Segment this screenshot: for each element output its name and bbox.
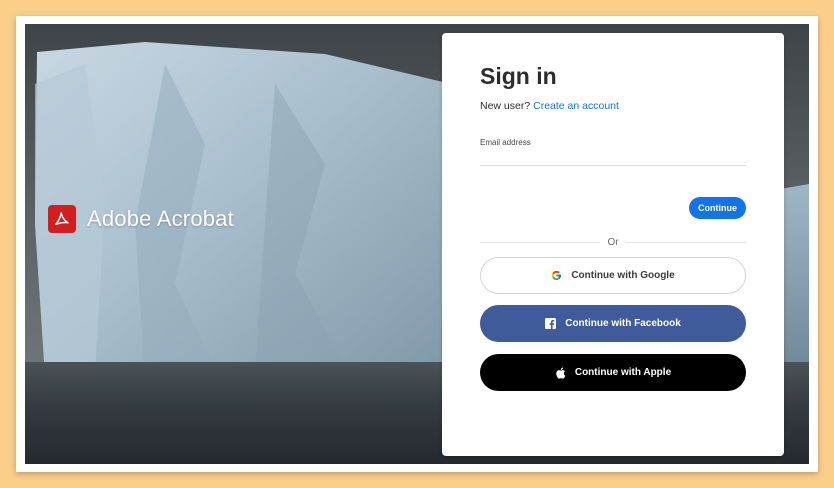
chat-widget-icon[interactable] <box>751 400 773 416</box>
divider-line-right <box>625 241 747 243</box>
continue-with-facebook-button[interactable]: Continue with Facebook <box>480 305 746 342</box>
continue-with-apple-button[interactable]: Continue with Apple <box>480 354 746 391</box>
new-user-prefix: New user? <box>480 100 531 112</box>
new-user-text: New user? Create an account <box>480 100 619 112</box>
email-field[interactable] <box>480 149 746 166</box>
facebook-button-label: Continue with Facebook <box>565 318 681 329</box>
brand: Adobe Acrobat <box>48 205 234 233</box>
continue-button[interactable]: Continue <box>689 197 746 219</box>
create-account-link[interactable]: Create an account <box>533 100 619 112</box>
continue-with-google-button[interactable]: Continue with Google <box>480 257 746 294</box>
page-title: Sign in <box>480 63 557 89</box>
google-icon <box>551 270 562 281</box>
google-button-label: Continue with Google <box>571 270 675 281</box>
apple-icon <box>555 366 566 379</box>
facebook-icon <box>545 318 557 329</box>
signin-card: Sign in New user? Create an account Emai… <box>442 33 784 456</box>
divider-label: Or <box>607 236 619 248</box>
email-label: Email address <box>480 138 531 147</box>
or-divider: Or <box>480 236 747 248</box>
adobe-acrobat-icon <box>48 205 76 233</box>
apple-button-label: Continue with Apple <box>574 367 672 378</box>
divider-line-left <box>480 241 601 243</box>
brand-name: Adobe Acrobat <box>87 206 234 231</box>
